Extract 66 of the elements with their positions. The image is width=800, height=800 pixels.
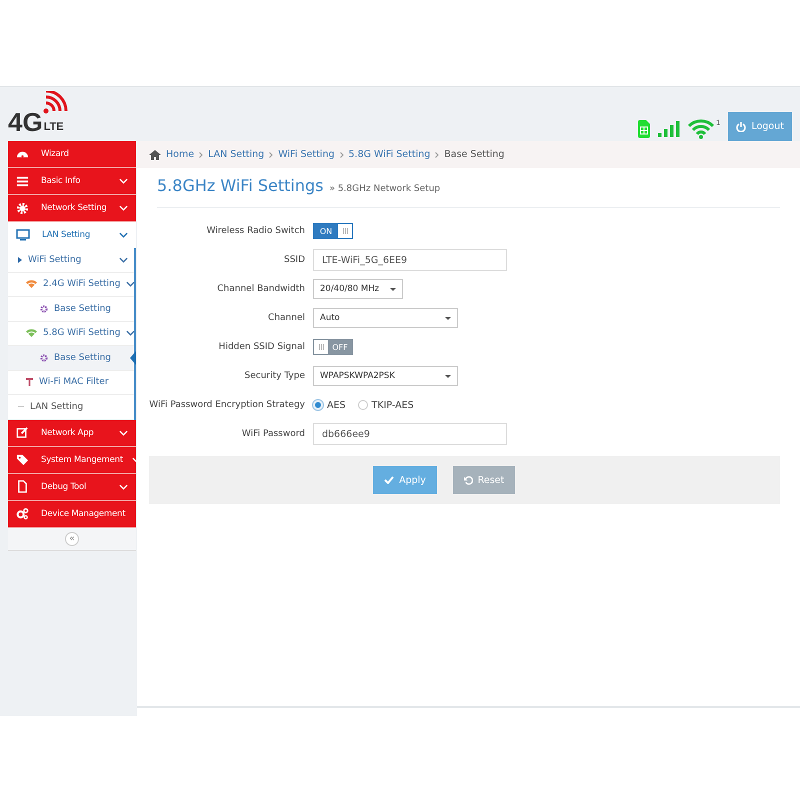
breadcrumb-link[interactable]: 5.8G WiFi Setting — [348, 149, 430, 160]
field-label: Wireless Radio Switch — [206, 226, 305, 236]
menu-item[interactable]: Debug Tool — [8, 474, 136, 500]
radio-button[interactable] — [358, 400, 368, 410]
menu-item[interactable]: LAN Setting — [8, 222, 136, 248]
field-label: WiFi Password — [240, 429, 305, 439]
menu-item[interactable]: Basic Info — [8, 168, 136, 195]
gear-icon — [40, 304, 48, 313]
chevron-icon — [199, 152, 204, 158]
text-field[interactable]: LTE-WiFi_5G_6EE9 — [313, 249, 507, 271]
logout-button[interactable]: Logout — [728, 112, 792, 141]
check-icon — [384, 476, 394, 484]
menu-item[interactable]: Network Setting — [8, 195, 136, 222]
page-subtitle: » 5.8GHz Network Setup — [329, 184, 440, 194]
menu-icon — [16, 202, 29, 214]
chevron-icon — [435, 152, 440, 158]
power-icon — [736, 122, 746, 132]
chevron-icon — [269, 152, 274, 158]
menu-item[interactable]: Wizard — [8, 141, 136, 168]
dropdown[interactable]: Auto — [313, 308, 458, 328]
menu-icon — [16, 480, 29, 493]
wifi-icon — [26, 329, 37, 338]
wifi-icon — [26, 280, 37, 288]
menu-icon — [16, 228, 30, 242]
breadcrumb-link[interactable]: LAN Setting — [208, 149, 264, 160]
menu-icon — [16, 426, 29, 439]
tree-item[interactable]: Base Setting — [8, 346, 134, 370]
grip-icon — [318, 344, 324, 350]
chevron-icon — [340, 152, 344, 158]
field-label: Hidden SSID Signal — [218, 342, 305, 352]
menu-icon — [16, 507, 29, 520]
wifi-icon — [688, 119, 714, 139]
breadcrumb-link[interactable]: Home — [166, 149, 194, 160]
signal-icon — [658, 121, 680, 137]
caret-icon — [18, 256, 22, 263]
field-label: SSID — [282, 255, 305, 265]
toggle-switch[interactable]: ON — [313, 223, 353, 239]
radio-option[interactable]: AES — [313, 400, 346, 410]
dropdown[interactable]: WPAPSKWPA2PSK — [313, 366, 458, 386]
field-label: Security Type — [244, 371, 305, 381]
home-icon — [149, 150, 161, 160]
menu-item[interactable]: Network App — [8, 420, 136, 446]
gear-icon — [40, 354, 48, 362]
menu-item[interactable]: Device Management — [8, 500, 136, 528]
sim-card-icon — [638, 120, 650, 138]
page-title: 5.8GHz WiFi Settings — [157, 176, 324, 195]
menu-icon — [16, 174, 29, 188]
tree-item[interactable]: Base Setting — [8, 297, 134, 322]
undo-icon — [464, 476, 473, 484]
menu-icon — [16, 453, 29, 466]
field-label: WiFi Password Encryption Strategy — [148, 400, 305, 410]
toggle-switch[interactable]: OFF — [313, 339, 353, 355]
tree-item[interactable]: WiFi Setting — [8, 248, 134, 272]
tree-item[interactable]: Wi-Fi MAC Filter — [8, 370, 134, 395]
tree-item[interactable]: 2.4G WiFi Setting — [8, 272, 134, 297]
field-label: Channel Bandwidth — [216, 284, 305, 294]
logo: 4G LTE — [8, 89, 70, 141]
filter-icon — [26, 378, 33, 386]
grip-icon — [342, 228, 348, 234]
apply-button[interactable]: Apply — [373, 466, 437, 494]
text-field[interactable]: db666ee9 — [313, 423, 507, 445]
breadcrumb-link[interactable]: WiFi Setting — [278, 149, 334, 160]
field-label: Channel — [267, 313, 305, 323]
collapse-button[interactable]: « — [65, 532, 79, 546]
radio-option[interactable]: TKIP-AES — [358, 400, 414, 410]
dropdown[interactable]: 20/40/80 MHz — [313, 279, 403, 299]
